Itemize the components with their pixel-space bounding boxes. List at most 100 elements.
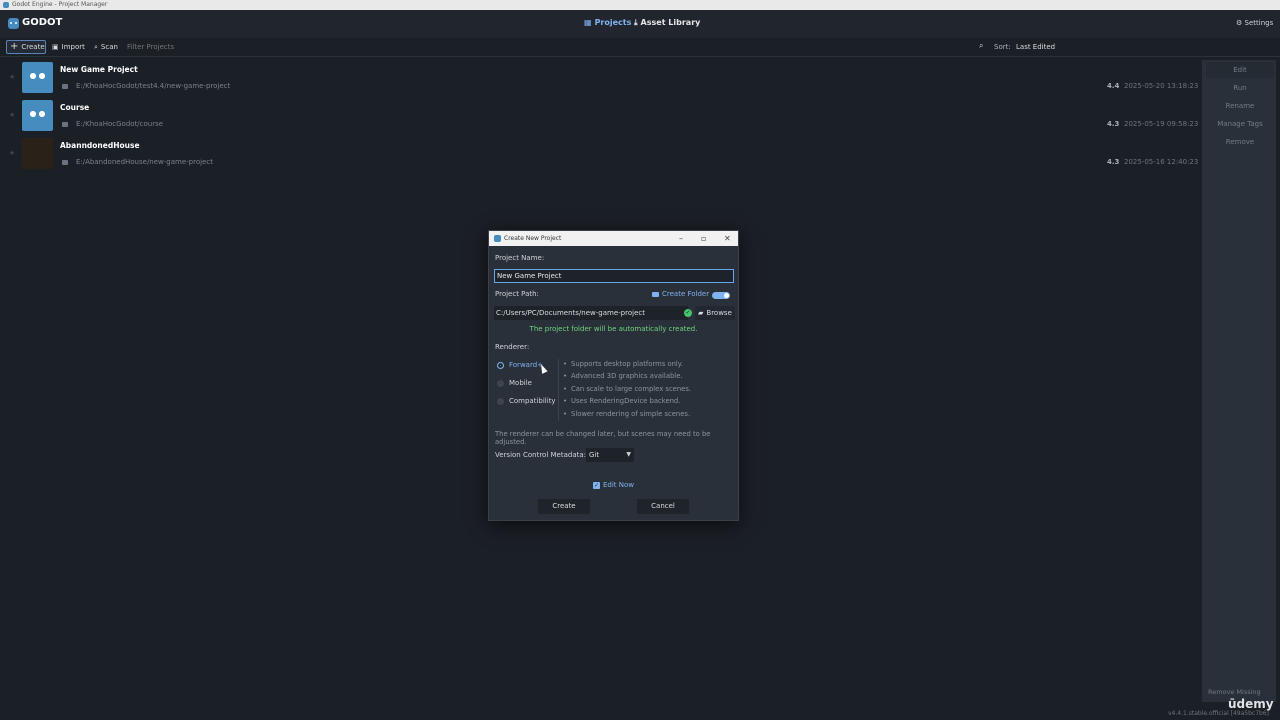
version-control-value: Git bbox=[589, 451, 600, 459]
version-label: v4.4.1.stable.official [49a5bc7b6] bbox=[1168, 710, 1270, 717]
dialog-titlebar: Create New Project – ▫ ✕ bbox=[489, 231, 738, 246]
filter-projects-input[interactable] bbox=[124, 40, 980, 54]
renderer-divider bbox=[558, 359, 559, 421]
favorite-star-icon[interactable]: ★ bbox=[9, 149, 15, 157]
favorite-star-icon[interactable]: ★ bbox=[9, 111, 15, 119]
renderer-feature: Supports desktop platforms only. bbox=[563, 360, 683, 368]
dialog-cancel-button[interactable]: Cancel bbox=[637, 499, 689, 514]
version-control-label: Version Control Metadata: bbox=[495, 451, 586, 459]
project-path-label: Project Path: bbox=[495, 290, 539, 298]
scan-button[interactable]: ⌕ Scan bbox=[91, 40, 121, 54]
renderer-feature: Slower rendering of simple scenes. bbox=[563, 410, 690, 418]
folder-icon: ▣ bbox=[52, 43, 59, 51]
create-folder-label: Create Folder bbox=[652, 290, 709, 298]
create-project-dialog: Create New Project – ▫ ✕ Project Name: P… bbox=[488, 230, 739, 521]
project-thumbnail bbox=[22, 138, 53, 169]
settings-label: Settings bbox=[1244, 19, 1274, 27]
close-icon[interactable]: ✕ bbox=[724, 231, 731, 246]
filter-search-icon: ⌕ bbox=[979, 41, 984, 50]
sort-select[interactable]: Last Edited bbox=[1014, 40, 1200, 54]
project-row[interactable]: ★ New Game Project E:/KhoaHocGodot/test4… bbox=[6, 60, 1200, 96]
search-icon: ⌕ bbox=[94, 43, 98, 51]
folder-auto-created-message: The project folder will be automatically… bbox=[529, 325, 698, 333]
project-date: 2025-05-16 12:40:23 bbox=[1124, 158, 1199, 166]
tab-projects[interactable]: ▦ Projects bbox=[584, 17, 631, 29]
create-button[interactable]: + Create bbox=[6, 40, 46, 54]
project-date: 2025-05-20 13:18:23 bbox=[1124, 82, 1199, 90]
project-row[interactable]: ★ Course E:/KhoaHocGodot/course 4.3 2025… bbox=[6, 98, 1200, 134]
renderer-feature: Can scale to large complex scenes. bbox=[563, 385, 691, 393]
scan-label: Scan bbox=[100, 43, 118, 51]
create-label: Create bbox=[21, 43, 45, 51]
project-name: Course bbox=[60, 103, 90, 112]
settings-button[interactable]: ⚙ Settings bbox=[1236, 17, 1273, 29]
radio-icon bbox=[497, 397, 504, 405]
folder-open-icon: ▰ bbox=[698, 309, 704, 317]
gear-icon: ⚙ bbox=[1236, 19, 1243, 27]
project-path-input[interactable] bbox=[494, 306, 688, 320]
project-version: 4.3 bbox=[1107, 120, 1120, 128]
project-version: 4.3 bbox=[1107, 158, 1120, 166]
edit-button[interactable]: Edit bbox=[1206, 62, 1274, 78]
download-icon: ⤓ bbox=[634, 18, 638, 27]
project-path: E:/KhoaHocGodot/test4.4/new-game-project bbox=[76, 82, 231, 90]
project-icon bbox=[22, 62, 53, 93]
project-path: E:/KhoaHocGodot/course bbox=[76, 120, 164, 128]
project-name-input[interactable] bbox=[494, 269, 734, 283]
edit-now-checkbox[interactable]: ✓ Edit Now bbox=[593, 481, 634, 489]
renderer-mobile-radio[interactable]: Mobile bbox=[497, 379, 532, 387]
project-name-label: Project Name: bbox=[495, 254, 545, 262]
chevron-down-icon: ▼ bbox=[626, 451, 631, 458]
check-circle-icon: ✓ bbox=[684, 309, 692, 317]
remove-button[interactable]: Remove bbox=[1206, 134, 1274, 150]
project-row[interactable]: ★ AbanndonedHouse E:/AbandonedHouse/new-… bbox=[6, 136, 1200, 172]
maximize-icon[interactable]: ▫ bbox=[701, 231, 706, 246]
run-button[interactable]: Run bbox=[1206, 80, 1274, 96]
favorite-star-icon[interactable]: ★ bbox=[9, 73, 15, 81]
godot-app-icon bbox=[3, 2, 9, 8]
projects-icon: ▦ bbox=[584, 18, 592, 27]
project-path: E:/AbandonedHouse/new-game-project bbox=[76, 158, 213, 166]
folder-icon[interactable] bbox=[62, 160, 68, 165]
project-date: 2025-05-19 09:58:23 bbox=[1124, 120, 1199, 128]
renderer-compatibility-radio[interactable]: Compatibility bbox=[497, 397, 556, 405]
renderer-mobile-label: Mobile bbox=[509, 379, 532, 387]
remove-missing-button[interactable]: Remove Missing bbox=[1208, 688, 1261, 696]
godot-app-icon bbox=[494, 235, 501, 242]
project-actions-panel: Edit Run Rename Manage Tags Remove Remov… bbox=[1202, 60, 1276, 702]
tab-asset-library[interactable]: ⤓ Asset Library bbox=[634, 17, 700, 29]
renderer-note: The renderer can be changed later, but s… bbox=[495, 430, 711, 446]
godot-logo-icon bbox=[8, 17, 19, 29]
renderer-compatibility-label: Compatibility bbox=[509, 397, 556, 405]
renderer-label: Renderer: bbox=[495, 343, 530, 351]
create-folder-toggle[interactable] bbox=[712, 292, 730, 299]
checkbox-checked-icon: ✓ bbox=[593, 481, 600, 489]
renderer-forward-plus-radio[interactable]: Forward+ bbox=[497, 361, 543, 369]
renderer-feature: Advanced 3D graphics available. bbox=[563, 372, 683, 380]
folder-icon[interactable] bbox=[62, 84, 68, 89]
minimize-icon[interactable]: – bbox=[679, 231, 683, 246]
browse-button[interactable]: ▰ Browse bbox=[695, 306, 735, 320]
import-label: Import bbox=[61, 43, 85, 51]
os-titlebar: Godot Engine - Project Manager bbox=[0, 0, 1280, 10]
logo-text: GODOT bbox=[22, 17, 63, 28]
project-version: 4.4 bbox=[1107, 82, 1120, 90]
folder-icon bbox=[652, 291, 659, 297]
dialog-title: Create New Project bbox=[504, 235, 562, 242]
renderer-feature: Uses RenderingDevice backend. bbox=[563, 397, 680, 405]
plus-icon: + bbox=[10, 41, 19, 52]
project-name: AbanndonedHouse bbox=[60, 141, 140, 150]
dialog-create-button[interactable]: Create bbox=[538, 499, 590, 514]
edit-now-label: Edit Now bbox=[603, 481, 635, 489]
udemy-watermark: ūdemy bbox=[1228, 697, 1274, 711]
create-folder-text: Create Folder bbox=[662, 290, 710, 298]
godot-logo: GODOT bbox=[8, 16, 62, 30]
project-name: New Game Project bbox=[60, 65, 138, 74]
version-control-select[interactable]: Git ▼ bbox=[586, 448, 634, 462]
manage-tags-button[interactable]: Manage Tags bbox=[1206, 116, 1274, 132]
rename-button[interactable]: Rename bbox=[1206, 98, 1274, 114]
import-button[interactable]: ▣ Import bbox=[49, 40, 88, 54]
radio-icon bbox=[497, 379, 504, 387]
folder-icon[interactable] bbox=[62, 122, 68, 127]
sort-label: Sort: bbox=[994, 43, 1011, 51]
